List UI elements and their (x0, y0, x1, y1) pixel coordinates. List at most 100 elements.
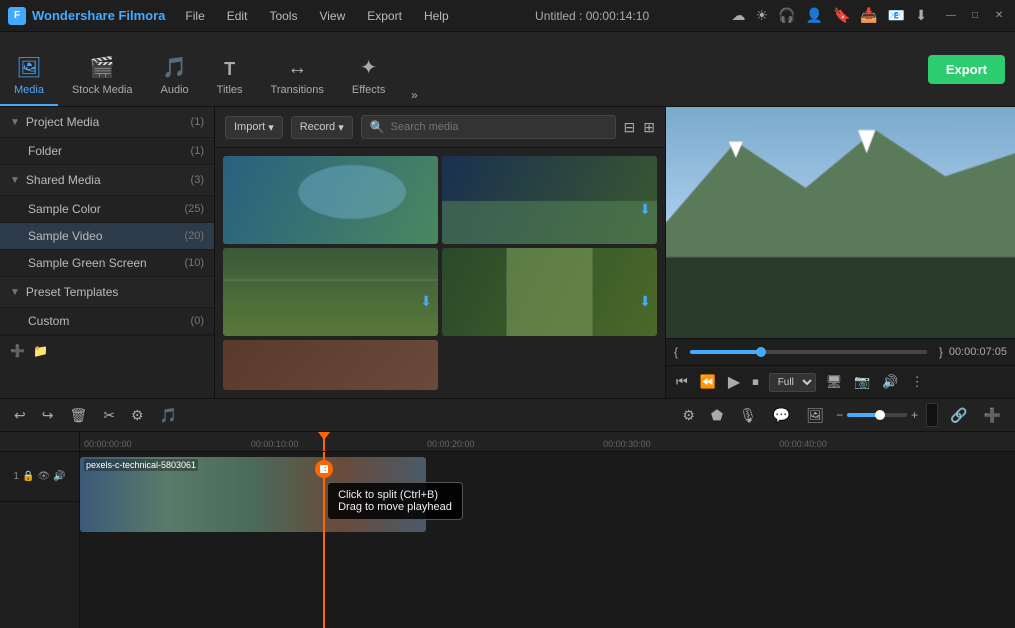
export-button[interactable]: Export (928, 55, 1005, 84)
sidebar-item-folder[interactable]: Folder (1) (0, 138, 214, 165)
sidebar-section-shared-media-label: Shared Media (26, 173, 187, 187)
chevron-down-icon: ▼ (10, 117, 20, 128)
play-button[interactable]: ▶ (726, 370, 742, 394)
media-item-partial[interactable] (223, 340, 438, 390)
maximize-button[interactable]: □ (967, 8, 983, 24)
top-icons: ☁ ☀ 🎧 👤 🔖 📥 📧 ⬇ (732, 7, 927, 24)
display-icon[interactable]: 🖥 (824, 372, 845, 392)
delete-button[interactable]: 🗑 (65, 405, 91, 426)
track-labels: 1 🔒 👁 🔊 (0, 432, 80, 628)
preview-canvas (666, 107, 1015, 338)
sidebar-item-custom[interactable]: Custom (0) (0, 308, 214, 335)
mic-icon[interactable]: 🎙 (735, 405, 761, 426)
camera-button[interactable]: 📷 (852, 372, 872, 392)
tab-titles[interactable]: T Titles (203, 31, 257, 106)
sidebar-item-sample-color-count: (25) (184, 203, 204, 215)
toolbar-more-button[interactable]: » (399, 88, 429, 102)
cloud-icon[interactable]: ☁ (732, 7, 746, 24)
inbox-icon[interactable]: 📥 (860, 7, 877, 24)
timeline-black-toggle[interactable] (926, 403, 938, 427)
clip-label: pexels-c-technical-5803061 (84, 459, 198, 471)
track-eye-icon[interactable]: 👁 (37, 471, 50, 482)
sidebar-item-sample-video-label: Sample Video (28, 229, 184, 243)
step-back-button[interactable]: ⏪ (698, 372, 718, 392)
settings-button[interactable]: ⚙ (127, 405, 148, 426)
media-item-travel-06[interactable]: ⬇ Travel 06 (442, 156, 657, 244)
mask-icon[interactable]: ⬟ (707, 405, 727, 426)
more-options-icon[interactable]: ⋮ (909, 372, 926, 392)
sidebar-section-project-media[interactable]: ▼ Project Media (1) (0, 107, 214, 138)
undo-button[interactable]: ↩ (10, 405, 30, 426)
sidebar-item-sample-color[interactable]: Sample Color (25) (0, 196, 214, 223)
menu-tools[interactable]: Tools (265, 7, 301, 25)
sun-icon[interactable]: ☀ (756, 7, 769, 24)
folder-icon[interactable]: 📁 (33, 344, 48, 358)
effects-icon: ✦ (360, 55, 377, 80)
sidebar-item-sample-video[interactable]: Sample Video (20) (0, 223, 214, 250)
zoom-minus-button[interactable]: − (836, 408, 843, 422)
preview-video-canvas (666, 107, 1015, 338)
track-lock-icon[interactable]: 🔒 (22, 471, 34, 482)
menu-file[interactable]: File (181, 7, 208, 25)
search-input[interactable] (391, 121, 607, 133)
zoom-track[interactable] (847, 413, 907, 417)
grid-view-icon[interactable]: ⊞ (643, 119, 655, 136)
sidebar-item-sample-green-screen[interactable]: Sample Green Screen (10) (0, 250, 214, 277)
tab-transitions[interactable]: ↔ Transitions (257, 31, 338, 106)
quality-select[interactable]: Full (769, 373, 816, 392)
audio-clip-icon[interactable]: 🎵 (156, 405, 181, 426)
mail-icon[interactable]: 📧 (888, 7, 905, 24)
video-clip[interactable]: pexels-c-technical-5803061 (80, 457, 426, 532)
download-icon[interactable]: ⬇ (915, 7, 927, 24)
snap-icon[interactable]: ⚙ (678, 405, 699, 426)
tab-audio[interactable]: 🎵 Audio (147, 31, 203, 106)
cut-button[interactable]: ✂ (99, 405, 119, 426)
volume-icon[interactable]: 🔊 (880, 372, 900, 392)
add-track-button[interactable]: ➕ (980, 405, 1005, 426)
redo-button[interactable]: ↪ (38, 405, 58, 426)
media-item-travel-05[interactable]: ⬇ Travel 05 (223, 248, 438, 336)
tab-effects[interactable]: ✦ Effects (338, 31, 399, 106)
bookmark-icon[interactable]: 🔖 (833, 7, 850, 24)
menu-view[interactable]: View (315, 7, 349, 25)
app-logo-icon: F (8, 7, 26, 25)
close-button[interactable]: ✕ (991, 8, 1007, 24)
add-media-icon[interactable]: ➕ (10, 344, 25, 358)
sidebar-section-project-media-count: (1) (191, 116, 204, 128)
media-item-travel-04[interactable]: ⬇ Travel 04 (442, 248, 657, 336)
picture-icon[interactable]: 🖼 (802, 405, 828, 426)
ruler-spacer (0, 432, 79, 452)
person-icon[interactable]: 👤 (806, 7, 823, 24)
tab-transitions-label: Transitions (271, 84, 324, 96)
sidebar-section-shared-media[interactable]: ▼ Shared Media (3) (0, 165, 214, 196)
menu-edit[interactable]: Edit (223, 7, 252, 25)
filter-icon[interactable]: ⊟ (624, 119, 636, 136)
zoom-thumb[interactable] (875, 410, 885, 420)
menu-items: File Edit Tools View Export Help (181, 7, 452, 25)
skip-back-button[interactable]: ⏮ (674, 372, 690, 392)
preview-panel: { } 00:00:07:05 ⏮ ⏪ ▶ ⏹ Full 🖥 📷 🔊 ⋮ (665, 107, 1015, 398)
preview-progress-thumb[interactable] (756, 347, 766, 357)
record-button[interactable]: Record ▾ (291, 116, 353, 139)
tab-stock-media[interactable]: 🎬 Stock Media (58, 31, 147, 106)
record-chevron-icon: ▾ (338, 121, 344, 134)
link-button[interactable]: 🔗 (946, 405, 971, 426)
zoom-bar: − + (836, 408, 918, 422)
zoom-plus-button[interactable]: + (911, 408, 918, 422)
sidebar-section-preset-templates[interactable]: ▼ Preset Templates (0, 277, 214, 308)
subtitle-icon[interactable]: 💬 (769, 405, 794, 426)
sidebar-item-sample-color-label: Sample Color (28, 202, 184, 216)
headphone-icon[interactable]: 🎧 (778, 7, 795, 24)
window-title: Untitled : 00:00:14:10 (535, 9, 649, 23)
stop-button[interactable]: ⏹ (750, 372, 761, 392)
playhead-ruler-line (323, 432, 325, 451)
media-item-beach[interactable]: Beach (223, 156, 438, 244)
media-panel: Import ▾ Record ▾ 🔍 ⊟ ⊞ Beach ⬇ (215, 107, 665, 398)
track-speaker-icon[interactable]: 🔊 (53, 471, 65, 482)
preview-progress-bar[interactable] (690, 350, 927, 354)
tab-media[interactable]: 🖼 Media (0, 31, 58, 106)
menu-help[interactable]: Help (420, 7, 453, 25)
import-button[interactable]: Import ▾ (225, 116, 283, 139)
minimize-button[interactable]: — (943, 8, 959, 24)
menu-export[interactable]: Export (363, 7, 406, 25)
